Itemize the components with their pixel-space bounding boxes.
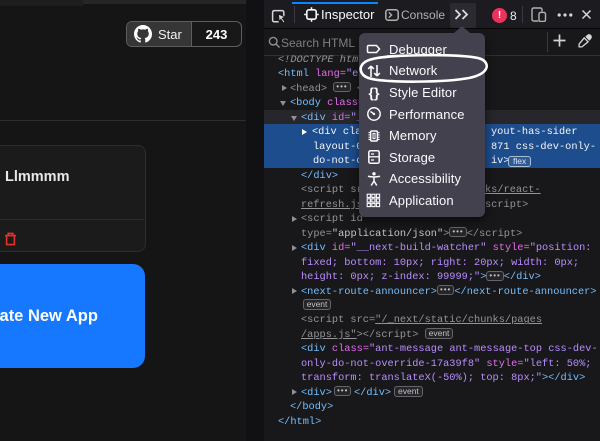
svg-text:{}: {} — [369, 85, 380, 101]
